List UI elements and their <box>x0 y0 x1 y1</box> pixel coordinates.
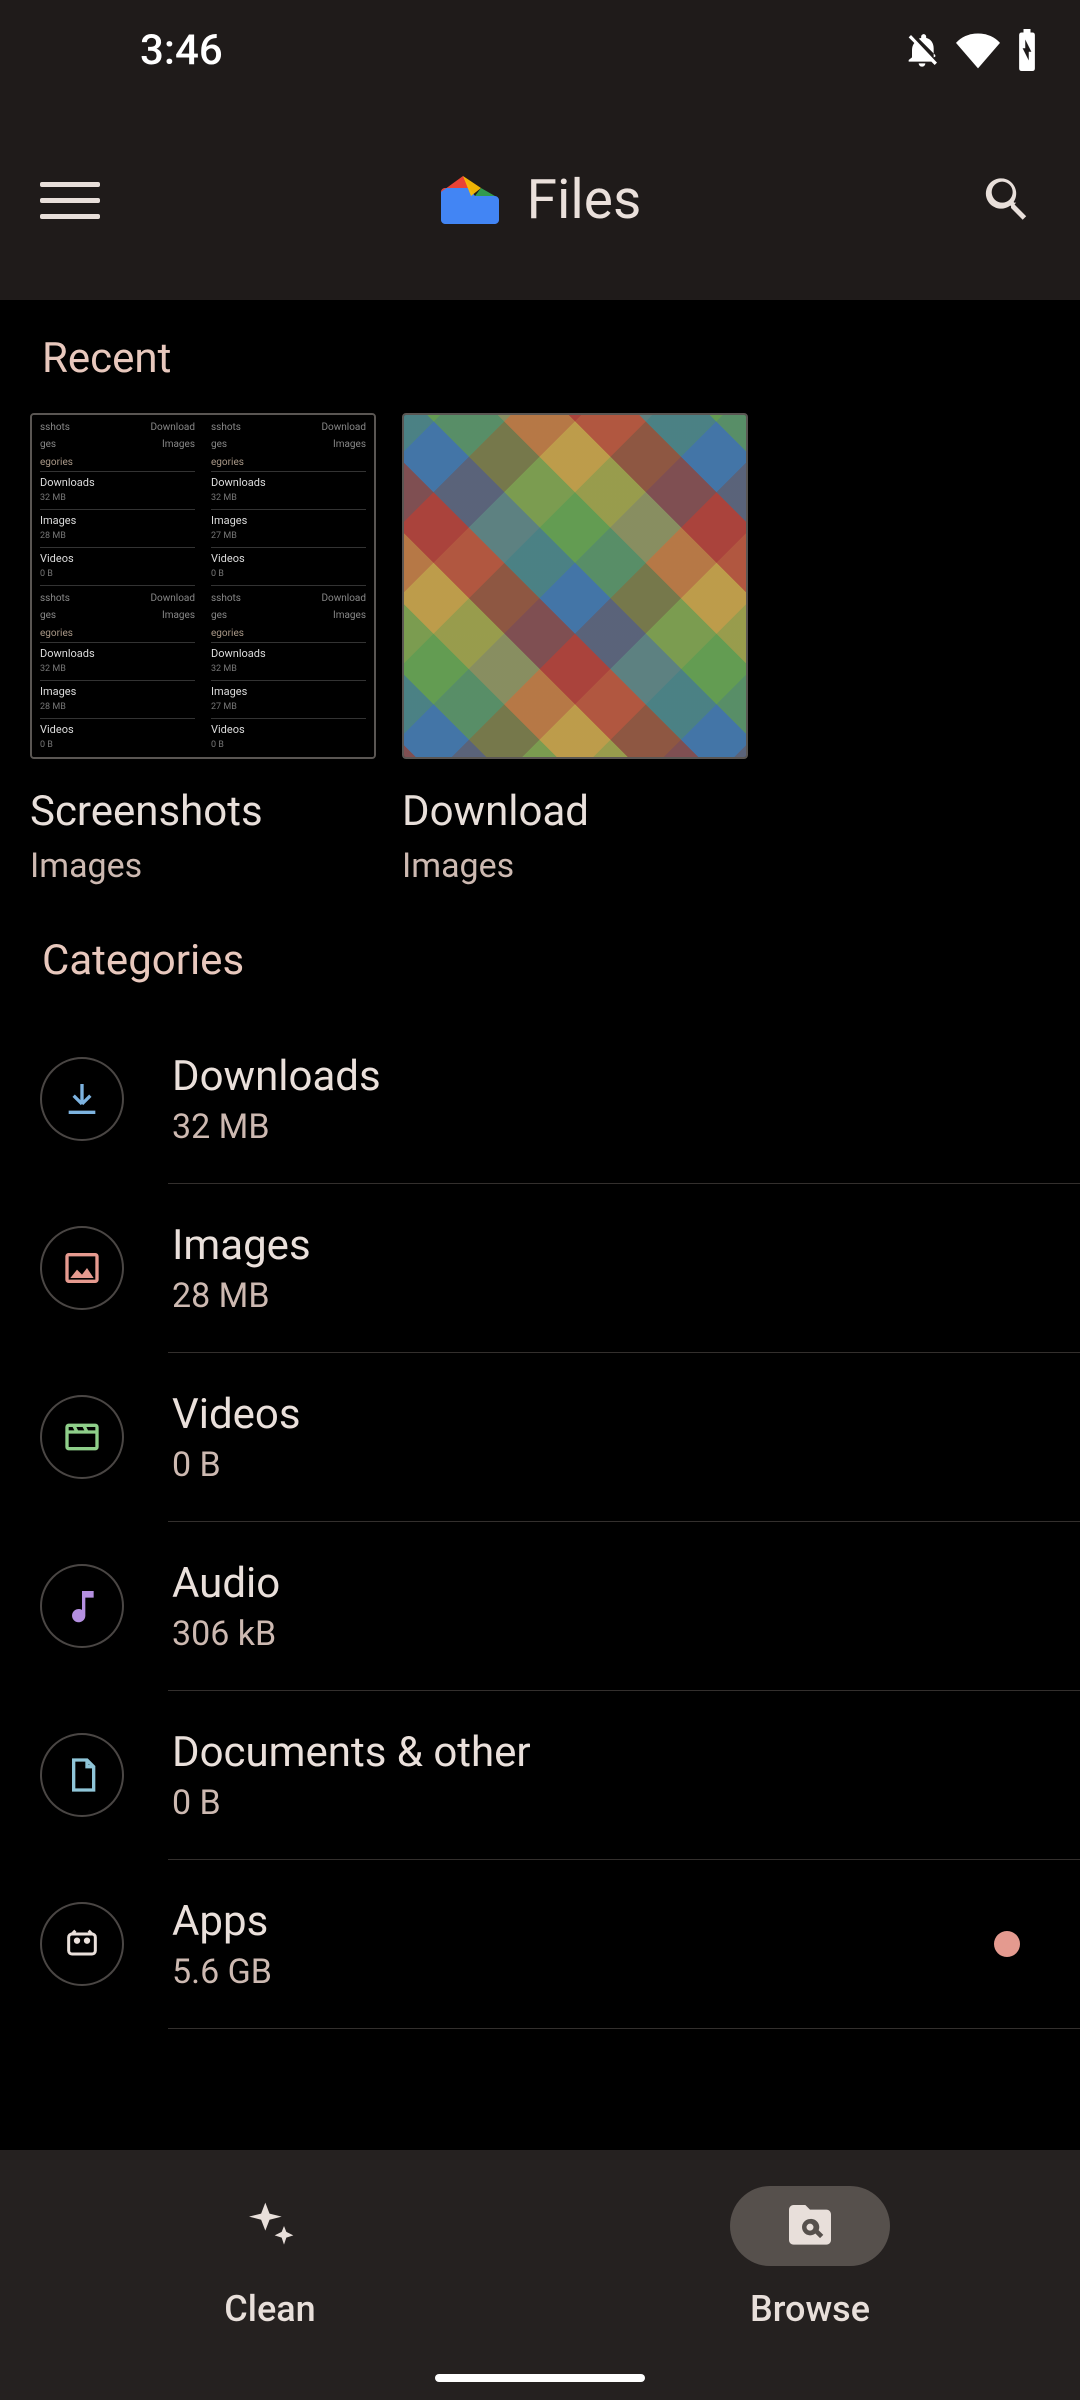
status-icons <box>902 28 1040 72</box>
notification-dot-icon <box>994 1931 1020 1957</box>
recent-thumbnail <box>402 413 748 759</box>
nav-item-clean[interactable]: Clean <box>0 2150 540 2400</box>
category-title: Apps <box>172 1897 974 1946</box>
recent-card-subtitle: Images <box>402 846 748 886</box>
category-title: Documents & other <box>172 1728 1040 1777</box>
app-title: Files <box>527 168 642 232</box>
category-title: Images <box>172 1221 1040 1270</box>
category-size: 0 B <box>172 1783 1040 1823</box>
category-item-videos[interactable]: Videos 0 B <box>0 1353 1080 1521</box>
folder-search-icon <box>782 2198 838 2254</box>
category-item-audio[interactable]: Audio 306 kB <box>0 1522 1080 1690</box>
menu-button[interactable] <box>40 170 100 230</box>
category-size: 28 MB <box>172 1276 1040 1316</box>
recent-card-screenshots[interactable]: sshotsDownload gesImages egories Downloa… <box>30 413 376 886</box>
category-size: 306 kB <box>172 1614 1040 1654</box>
main-content: Recent sshotsDownload gesImages egories … <box>0 300 1080 2400</box>
category-item-images[interactable]: Images 28 MB <box>0 1184 1080 1352</box>
wifi-icon <box>956 28 1000 72</box>
recent-card-download[interactable]: Download Images <box>402 413 748 886</box>
apps-icon <box>40 1902 124 1986</box>
category-item-apps[interactable]: Apps 5.6 GB <box>0 1860 1080 2028</box>
download-icon <box>40 1057 124 1141</box>
categories-list: Downloads 32 MB Images 28 MB Videos 0 B <box>0 1015 1080 2029</box>
recent-card-title: Screenshots <box>30 787 376 836</box>
categories-header: Categories <box>0 936 1080 1015</box>
app-title-wrap: Files <box>100 168 980 232</box>
dnd-off-icon <box>902 30 942 70</box>
nav-label: Browse <box>750 2288 870 2330</box>
image-icon <box>40 1226 124 1310</box>
video-icon <box>40 1395 124 1479</box>
recent-card-subtitle: Images <box>30 846 376 886</box>
app-bar: Files <box>0 100 1080 300</box>
status-bar: 3:46 <box>0 0 1080 100</box>
gesture-handle[interactable] <box>435 2374 645 2382</box>
sparkle-icon <box>242 2198 298 2254</box>
category-size: 0 B <box>172 1445 1040 1485</box>
category-title: Downloads <box>172 1052 1040 1101</box>
category-title: Videos <box>172 1390 1040 1439</box>
files-logo-icon <box>439 176 499 224</box>
battery-charging-icon <box>1014 29 1040 71</box>
category-size: 32 MB <box>172 1107 1040 1147</box>
search-icon <box>980 170 1036 226</box>
bottom-nav: Clean Browse <box>0 2150 1080 2400</box>
document-icon <box>40 1733 124 1817</box>
search-button[interactable] <box>980 170 1040 230</box>
category-item-downloads[interactable]: Downloads 32 MB <box>0 1015 1080 1183</box>
category-size: 5.6 GB <box>172 1952 974 1992</box>
recent-header: Recent <box>0 334 1080 413</box>
nav-label: Clean <box>224 2288 315 2330</box>
category-title: Audio <box>172 1559 1040 1608</box>
audio-icon <box>40 1564 124 1648</box>
category-item-documents[interactable]: Documents & other 0 B <box>0 1691 1080 1859</box>
nav-item-browse[interactable]: Browse <box>540 2150 1080 2400</box>
recent-carousel[interactable]: sshotsDownload gesImages egories Downloa… <box>0 413 1080 936</box>
recent-thumbnail: sshotsDownload gesImages egories Downloa… <box>30 413 376 759</box>
recent-card-title: Download <box>402 787 748 836</box>
status-time: 3:46 <box>140 26 223 75</box>
